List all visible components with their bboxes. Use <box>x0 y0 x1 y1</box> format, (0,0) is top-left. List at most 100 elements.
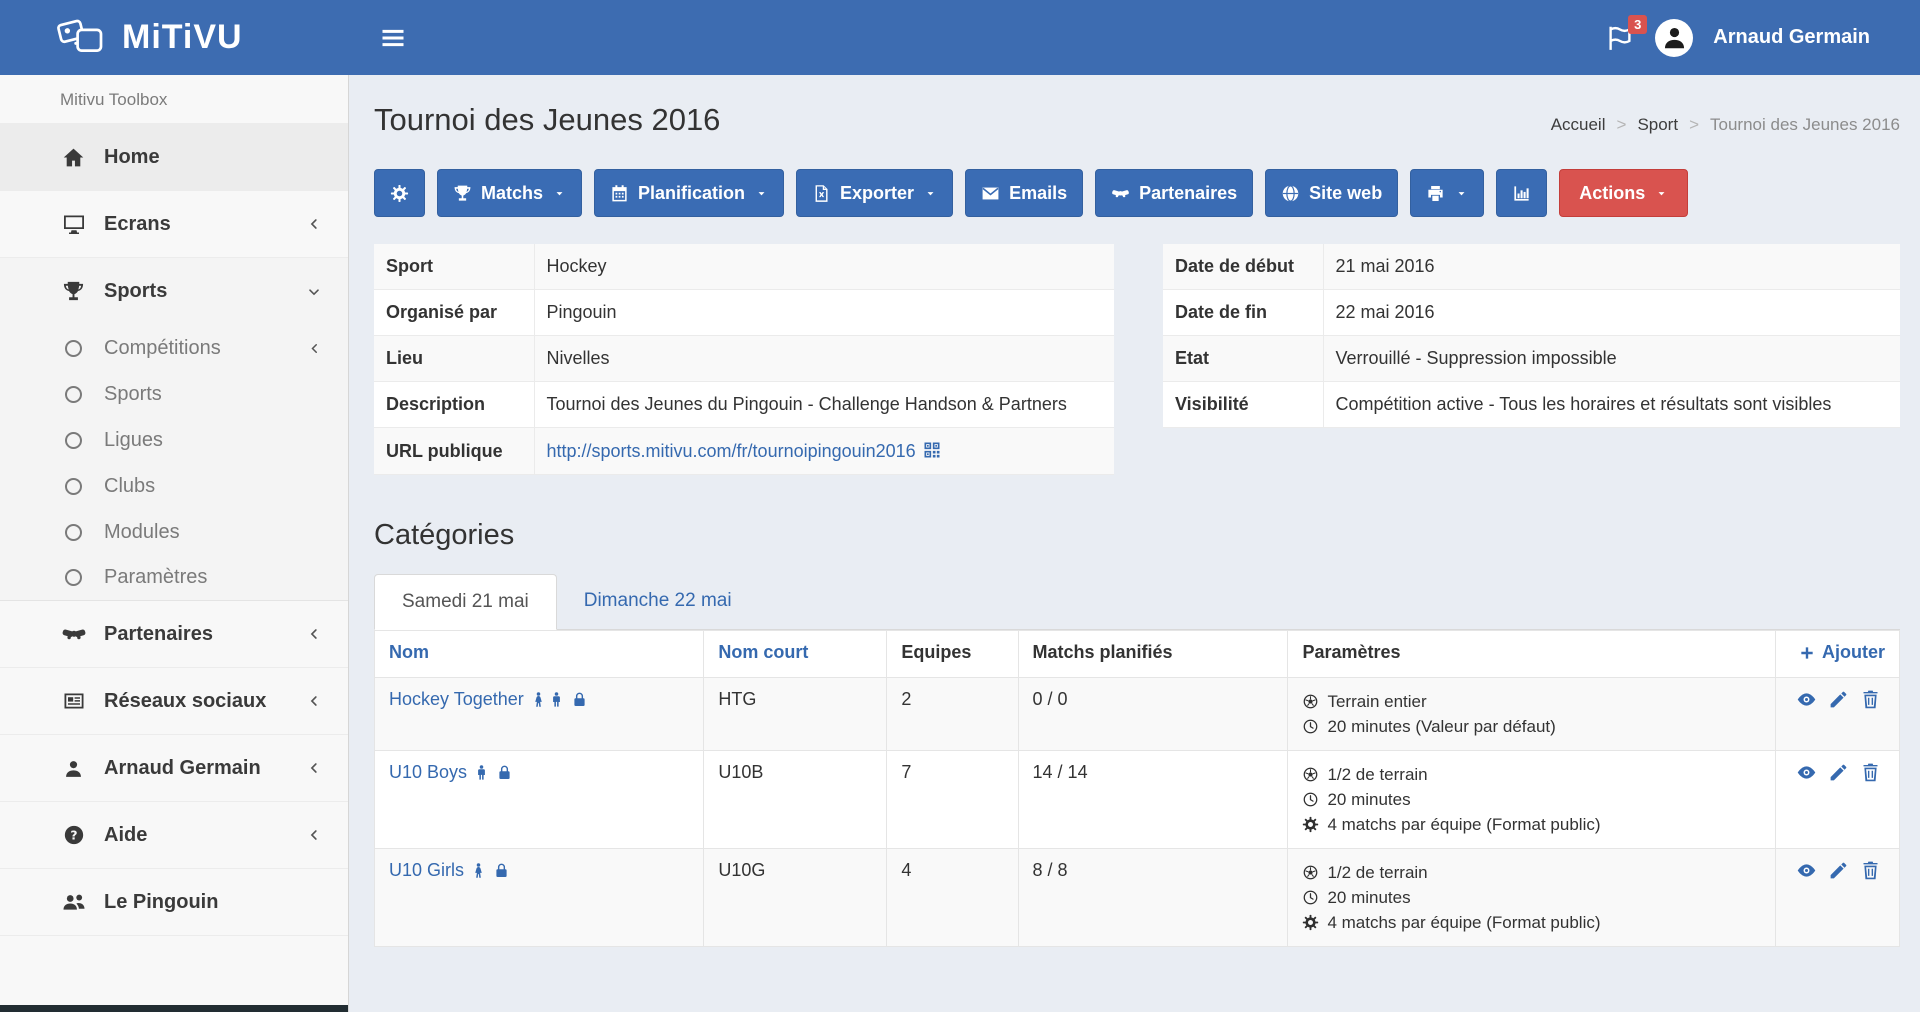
edit-button[interactable] <box>1828 860 1849 881</box>
notifications-flag-button[interactable]: 3 <box>1605 23 1635 53</box>
sidebar-item-modules[interactable]: Modules <box>0 509 348 555</box>
sidebar-bottom-strip <box>0 1005 348 1012</box>
chevron-left-icon <box>306 693 322 709</box>
breadcrumb-accueil[interactable]: Accueil <box>1551 115 1606 135</box>
site-web-button[interactable]: Site web <box>1265 169 1398 217</box>
add-category-button[interactable]: Ajouter <box>1799 642 1885 663</box>
caret-down-icon <box>1655 187 1668 200</box>
exporter-dropdown-button[interactable]: Exporter <box>796 169 953 217</box>
sidebar-header: Mitivu Toolbox <box>0 75 348 124</box>
brand[interactable]: MiTiVU <box>0 17 349 59</box>
table-row: URL publique http://sports.mitivu.com/fr… <box>374 428 1114 475</box>
table-row: Lieu Nivelles <box>374 336 1114 382</box>
tab-dimanche-22-mai[interactable]: Dimanche 22 mai <box>557 574 759 629</box>
sidebar-item-le-pingouin[interactable]: Le Pingouin <box>0 869 348 936</box>
view-button[interactable] <box>1796 860 1817 881</box>
sidebar-toggle-button[interactable] <box>379 24 409 52</box>
sidebar-item-partenaires[interactable]: Partenaires <box>0 601 348 668</box>
gear-icon <box>1302 914 1319 931</box>
breadcrumb-separator <box>1617 115 1627 135</box>
circle-icon <box>60 524 87 541</box>
table-row: Sport Hockey <box>374 244 1114 290</box>
main-content: Tournoi des Jeunes 2016 Accueil Sport To… <box>350 75 1920 1012</box>
circle-icon <box>60 432 87 449</box>
sidebar-item-ligues[interactable]: Ligues <box>0 417 348 463</box>
category-link[interactable]: Hockey Together <box>389 689 524 710</box>
breadcrumb-sport[interactable]: Sport <box>1637 115 1678 135</box>
breadcrumb-separator <box>1689 115 1699 135</box>
gear-icon <box>1302 816 1319 833</box>
brand-name: MiTiVU <box>122 18 243 57</box>
male-icon <box>473 764 490 781</box>
trophy-icon <box>60 280 87 303</box>
settings-button[interactable] <box>374 169 425 217</box>
clock-icon <box>1302 718 1319 735</box>
sidebar-item-clubs[interactable]: Clubs <box>0 463 348 509</box>
matchs-dropdown-button[interactable]: Matchs <box>437 169 582 217</box>
sort-nom-court-link[interactable]: Nom court <box>718 642 808 662</box>
table-row: Hockey Together HTG 2 0 / 0 Terrain enti… <box>375 677 1900 750</box>
edit-button[interactable] <box>1828 762 1849 783</box>
sidebar-item-reseaux-sociaux[interactable]: Réseaux sociaux <box>0 668 348 735</box>
chevron-left-icon <box>307 341 322 356</box>
sidebar-item-competitions[interactable]: Compétitions <box>0 325 348 371</box>
question-circle-icon <box>60 824 87 846</box>
chevron-left-icon <box>306 760 322 776</box>
qr-code-icon[interactable] <box>922 440 942 460</box>
tab-samedi-21-mai[interactable]: Samedi 21 mai <box>374 574 557 630</box>
handshake-icon <box>60 621 87 647</box>
sidebar-item-home[interactable]: Home <box>0 124 348 191</box>
caret-down-icon <box>924 187 937 200</box>
male-icon <box>548 691 565 708</box>
sidebar-item-ecrans[interactable]: Ecrans <box>0 191 348 258</box>
view-button[interactable] <box>1796 689 1817 710</box>
public-url-link[interactable]: http://sports.mitivu.com/fr/tournoipingo… <box>547 441 916 461</box>
category-link[interactable]: U10 Boys <box>389 762 467 783</box>
emails-button[interactable]: Emails <box>965 169 1083 217</box>
circle-icon <box>60 386 87 403</box>
lock-icon <box>571 691 588 708</box>
sidebar-item-sports-sub[interactable]: Sports <box>0 371 348 417</box>
view-button[interactable] <box>1796 762 1817 783</box>
gear-icon <box>390 184 409 203</box>
envelope-icon <box>981 184 1000 203</box>
sidebar-item-aide[interactable]: Aide <box>0 802 348 869</box>
delete-button[interactable] <box>1860 762 1881 783</box>
edit-button[interactable] <box>1828 689 1849 710</box>
sidebar-item-arnaud-germain[interactable]: Arnaud Germain <box>0 735 348 802</box>
breadcrumb-current: Tournoi des Jeunes 2016 <box>1710 115 1900 135</box>
table-row: Date de fin 22 mai 2016 <box>1163 290 1900 336</box>
user-menu[interactable]: Arnaud Germain <box>1713 26 1870 49</box>
caret-down-icon <box>1455 187 1468 200</box>
plus-icon <box>1799 645 1815 661</box>
category-link[interactable]: U10 Girls <box>389 860 464 881</box>
print-dropdown-button[interactable] <box>1410 169 1484 217</box>
delete-button[interactable] <box>1860 689 1881 710</box>
table-row: Visibilité Compétition active - Tous les… <box>1163 382 1900 428</box>
column-matchs-planifies: Matchs planifiés <box>1018 631 1288 678</box>
tournament-details-table: Sport Hockey Organisé par Pingouin Lieu … <box>374 244 1114 475</box>
chevron-left-icon <box>306 827 322 843</box>
female-icon <box>530 691 547 708</box>
sidebar-item-parametres[interactable]: Paramètres <box>0 555 348 601</box>
stats-button[interactable] <box>1496 169 1547 217</box>
delete-button[interactable] <box>1860 860 1881 881</box>
avatar[interactable] <box>1655 19 1693 57</box>
table-row: Etat Verrouillé - Suppression impossible <box>1163 336 1900 382</box>
bar-chart-icon <box>1512 184 1531 203</box>
chevron-left-icon <box>306 216 322 232</box>
globe-icon <box>1281 184 1300 203</box>
actions-dropdown-button[interactable]: Actions <box>1559 169 1688 217</box>
sort-nom-link[interactable]: Nom <box>389 642 429 662</box>
planification-dropdown-button[interactable]: Planification <box>594 169 784 217</box>
partenaires-button[interactable]: Partenaires <box>1095 169 1253 217</box>
printer-icon <box>1426 184 1445 203</box>
top-navbar: MiTiVU 3 Arnaud Germain <box>0 0 1920 75</box>
table-row: U10 Girls U10G 4 8 / 8 1/2 de terrain 20… <box>375 848 1900 946</box>
categories-table: Nom Nom court Equipes Matchs planifiés P… <box>374 630 1900 947</box>
breadcrumb: Accueil Sport Tournoi des Jeunes 2016 <box>1551 115 1900 135</box>
sidebar-item-sports[interactable]: Sports <box>0 258 348 325</box>
table-row: U10 Boys U10B 7 14 / 14 1/2 de terrain 2… <box>375 750 1900 848</box>
clock-icon <box>1302 889 1319 906</box>
clock-icon <box>1302 791 1319 808</box>
